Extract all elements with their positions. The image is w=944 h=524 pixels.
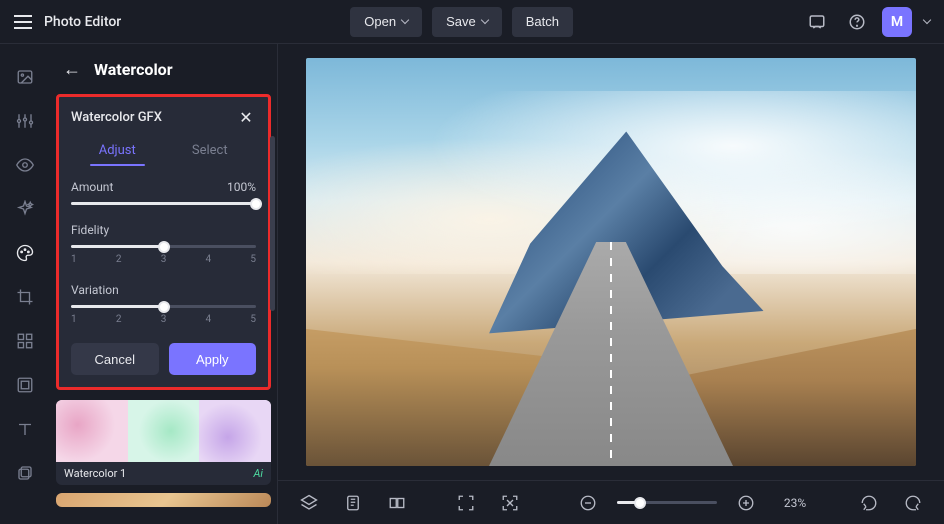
- undo-icon[interactable]: [854, 488, 884, 518]
- watercolor-gfx-panel: Watercolor GFX ✕ Adjust Select Amount 100…: [56, 94, 271, 390]
- palette-tool-icon[interactable]: [14, 242, 36, 264]
- canvas-area: 23%: [278, 44, 944, 524]
- ai-badge: Ai: [253, 467, 263, 480]
- tab-adjust[interactable]: Adjust: [71, 137, 164, 164]
- topbar: Photo Editor Open Save Batch M: [0, 0, 944, 44]
- help-icon[interactable]: [842, 7, 872, 37]
- layers-tool-icon[interactable]: [14, 462, 36, 484]
- fit-screen-icon[interactable]: [451, 488, 481, 518]
- chevron-down-icon: [401, 16, 409, 24]
- zoom-in-icon[interactable]: [731, 488, 761, 518]
- preset-next[interactable]: [56, 493, 271, 507]
- image-tool-icon[interactable]: [14, 66, 36, 88]
- amount-slider[interactable]: [71, 202, 256, 205]
- fidelity-slider[interactable]: [71, 245, 256, 248]
- gfx-title: Watercolor GFX: [71, 110, 162, 125]
- apply-button[interactable]: Apply: [169, 343, 257, 375]
- zoom-slider[interactable]: [617, 501, 717, 504]
- close-icon[interactable]: ✕: [236, 107, 256, 127]
- frame-tool-icon[interactable]: [14, 374, 36, 396]
- amount-label: Amount: [71, 180, 113, 194]
- sparkle-tool-icon[interactable]: [14, 198, 36, 220]
- preset-thumbnail: [56, 400, 271, 462]
- avatar[interactable]: M: [882, 7, 912, 37]
- crop-tool-icon[interactable]: [14, 286, 36, 308]
- hamburger-icon[interactable]: [14, 12, 34, 32]
- variation-label: Variation: [71, 283, 119, 297]
- compare-icon[interactable]: [382, 488, 412, 518]
- save-button[interactable]: Save: [432, 7, 502, 37]
- feedback-icon[interactable]: [802, 7, 832, 37]
- layers-icon[interactable]: [294, 488, 324, 518]
- zoom-value: 23%: [775, 496, 815, 510]
- preset-label: Watercolor 1: [64, 467, 126, 480]
- scrollbar[interactable]: [270, 136, 275, 311]
- cancel-button[interactable]: Cancel: [71, 343, 159, 375]
- tab-select[interactable]: Select: [164, 137, 257, 164]
- zoom-out-icon[interactable]: [573, 488, 603, 518]
- redo-icon[interactable]: [898, 488, 928, 518]
- amount-value: 100%: [227, 180, 256, 194]
- history-icon[interactable]: [338, 488, 368, 518]
- side-panel: ← Watercolor Watercolor GFX ✕ Adjust Sel…: [50, 44, 278, 524]
- preset-watercolor-1[interactable]: Watercolor 1 Ai: [56, 400, 271, 485]
- back-arrow-icon[interactable]: ←: [60, 57, 84, 81]
- fidelity-label: Fidelity: [71, 223, 109, 237]
- bottom-bar: 23%: [278, 480, 944, 524]
- open-button[interactable]: Open: [350, 7, 422, 37]
- batch-button[interactable]: Batch: [512, 7, 573, 37]
- panel-title: Watercolor: [94, 60, 173, 79]
- canvas-image[interactable]: [306, 58, 916, 466]
- chevron-down-icon[interactable]: [923, 16, 931, 24]
- tool-rail: [0, 44, 50, 524]
- chevron-down-icon: [480, 16, 488, 24]
- layout-tool-icon[interactable]: [14, 330, 36, 352]
- text-tool-icon[interactable]: [14, 418, 36, 440]
- app-title: Photo Editor: [44, 14, 121, 30]
- eye-tool-icon[interactable]: [14, 154, 36, 176]
- variation-slider[interactable]: [71, 305, 256, 308]
- adjust-tool-icon[interactable]: [14, 110, 36, 132]
- actual-size-icon[interactable]: [495, 488, 525, 518]
